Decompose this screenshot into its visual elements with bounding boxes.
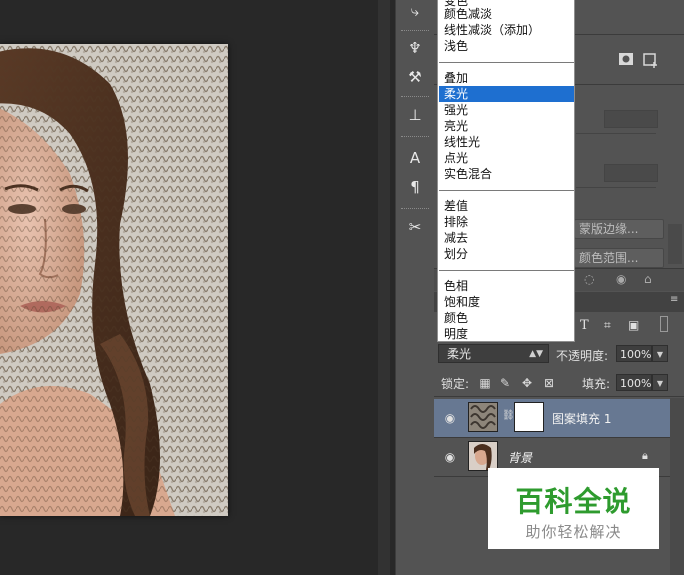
- menu-item-linear-light[interactable]: 线性光: [439, 134, 574, 150]
- menu-item-vivid-light[interactable]: 亮光: [439, 118, 574, 134]
- layers-scrollbar[interactable]: [670, 398, 684, 575]
- fill-dropdown-icon[interactable]: ▼: [652, 374, 668, 391]
- color-range-button[interactable]: 颜色范围...: [574, 248, 664, 268]
- panel-grip[interactable]: [401, 30, 429, 34]
- lock-position-icon[interactable]: ✥: [520, 376, 534, 390]
- lock-fill-row: 锁定: ▦ ✎ ✥ ⊠ 填充: 100% ▼: [434, 370, 684, 397]
- menu-item-exclusion[interactable]: 排除: [439, 214, 574, 230]
- menu-item-overlay[interactable]: 叠加: [439, 70, 574, 86]
- canvas-scrollbar[interactable]: [378, 0, 390, 575]
- density-field[interactable]: [604, 110, 658, 128]
- tool-presets-icon[interactable]: ✂: [402, 216, 428, 238]
- menu-item-luminosity[interactable]: 明度: [439, 326, 574, 342]
- menu-item-linear-dodge[interactable]: 线性减淡（添加）: [439, 22, 574, 38]
- properties-scrollbar[interactable]: [668, 224, 682, 264]
- menu-item-hue[interactable]: 色相: [439, 278, 574, 294]
- menu-item-color[interactable]: 颜色: [439, 310, 574, 326]
- opacity-dropdown-icon[interactable]: ▼: [652, 345, 668, 362]
- feather-field[interactable]: [604, 164, 658, 182]
- layer-name[interactable]: 图案填充 1: [552, 410, 611, 427]
- fill-label: 填充:: [582, 377, 611, 391]
- menu-item-hard-mix[interactable]: 实色混合: [439, 166, 574, 182]
- watermark-subtitle: 助你轻松解决: [525, 523, 622, 541]
- trash-icon[interactable]: ⌂: [644, 272, 652, 286]
- blend-opacity-row: 柔光 ▲▼ 不透明度: 100% ▼: [434, 341, 684, 367]
- brush-presets-icon[interactable]: ♆: [402, 37, 428, 59]
- lock-pixels-icon[interactable]: ✎: [498, 376, 512, 390]
- panel-grip[interactable]: [401, 96, 429, 100]
- eye-icon[interactable]: ◉: [442, 449, 458, 465]
- visibility-icon[interactable]: ◉: [616, 272, 626, 286]
- select-arrows-icon: ▲▼: [529, 349, 543, 359]
- smart-object-filter-icon[interactable]: ▣: [628, 318, 639, 332]
- panel-menu-icon[interactable]: ≡: [670, 294, 678, 305]
- pattern-thumbnail: [468, 402, 498, 432]
- background-thumbnail: [468, 441, 498, 471]
- opacity-input[interactable]: 100%: [616, 345, 652, 362]
- shape-filter-icon[interactable]: ⌗: [604, 318, 611, 333]
- menu-item-soft-light[interactable]: 柔光: [439, 86, 574, 102]
- layer-mask-thumbnail[interactable]: [514, 402, 544, 432]
- character-icon[interactable]: A: [402, 147, 428, 169]
- blend-mode-menu: 变色 颜色减淡 线性减淡（添加） 浅色 叠加 柔光 强光 亮光 线性光 点光 实…: [437, 0, 575, 342]
- opacity-label: 不透明度:: [556, 349, 609, 363]
- load-selection-icon[interactable]: ◌: [584, 272, 594, 286]
- lock-label: 锁定:: [441, 377, 470, 391]
- eye-icon[interactable]: ◉: [442, 410, 458, 426]
- lock-transparent-icon[interactable]: ▦: [478, 376, 492, 390]
- panel-grip[interactable]: [401, 208, 429, 212]
- menu-item-pin-light[interactable]: 点光: [439, 150, 574, 166]
- pixel-mask-icon[interactable]: [618, 52, 642, 68]
- brush-settings-icon[interactable]: ⚒: [402, 66, 428, 88]
- menu-item-divide[interactable]: 划分: [439, 246, 574, 262]
- history-icon[interactable]: ⤷: [402, 0, 428, 22]
- menu-item-lighter-color[interactable]: 浅色: [439, 38, 574, 54]
- menu-item-subtract[interactable]: 减去: [439, 230, 574, 246]
- filter-toggle[interactable]: [660, 316, 668, 332]
- menu-item-color-dodge[interactable]: 颜色减淡: [439, 6, 574, 22]
- link-chain-icon[interactable]: ⛓: [502, 410, 515, 421]
- menu-item-difference[interactable]: 差值: [439, 198, 574, 214]
- clone-source-icon[interactable]: ⊥: [402, 104, 428, 126]
- vector-mask-icon[interactable]: [642, 52, 666, 68]
- menu-item-saturation[interactable]: 饱和度: [439, 294, 574, 310]
- text-filter-icon[interactable]: T: [580, 318, 589, 333]
- menu-item-hard-light[interactable]: 强光: [439, 102, 574, 118]
- panel-grip[interactable]: [401, 136, 429, 140]
- mask-edge-button[interactable]: 蒙版边缘...: [574, 219, 664, 239]
- fill-input[interactable]: 100%: [616, 374, 652, 391]
- layer-name[interactable]: 背景: [508, 449, 532, 466]
- document-canvas[interactable]: [0, 0, 390, 575]
- blend-mode-value: 柔光: [447, 347, 472, 361]
- paragraph-icon[interactable]: ¶: [402, 176, 428, 198]
- layer-row-pattern-fill[interactable]: ◉ ⛓ 图案填充 1: [434, 399, 670, 438]
- watermark: 百科全说 助你轻松解决: [488, 468, 659, 549]
- watermark-title: 百科全说: [515, 485, 632, 518]
- portrait-photo: [0, 44, 228, 516]
- lock-all-icon[interactable]: ⊠: [542, 376, 556, 390]
- blend-mode-select[interactable]: 柔光 ▲▼: [438, 344, 549, 363]
- lock-icon: 🔒︎: [642, 449, 648, 462]
- collapsed-panel-strip: ⤷ ♆ ⚒ ⊥ A ¶ ✂: [395, 0, 435, 575]
